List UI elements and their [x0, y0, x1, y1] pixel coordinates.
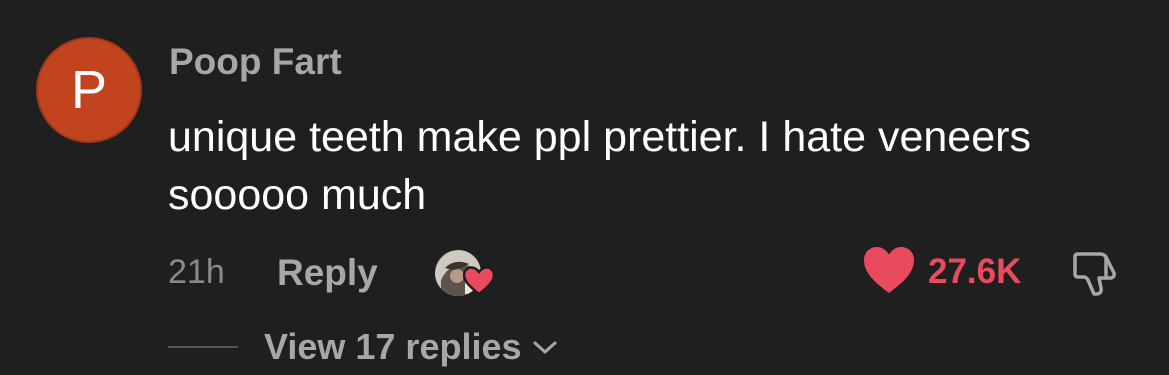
chevron-down-icon [533, 341, 557, 354]
thumbs-down-icon[interactable] [1070, 246, 1122, 298]
avatar[interactable]: P [36, 37, 142, 143]
like-count: 27.6K [928, 252, 1022, 291]
replies-divider [168, 346, 238, 348]
view-replies-button[interactable]: View 17 replies [264, 329, 558, 365]
username[interactable]: Poop Fart [169, 43, 342, 80]
avatar-letter: P [70, 60, 108, 120]
view-replies-label: View 17 replies [264, 326, 522, 367]
heart-icon [463, 266, 495, 296]
reply-button[interactable]: Reply [277, 254, 378, 291]
creator-liked-badge [433, 244, 497, 300]
comment-text: unique teeth make ppl prettier. I hate v… [168, 113, 1031, 219]
heart-icon[interactable] [862, 245, 916, 295]
timestamp: 21h [168, 253, 225, 291]
